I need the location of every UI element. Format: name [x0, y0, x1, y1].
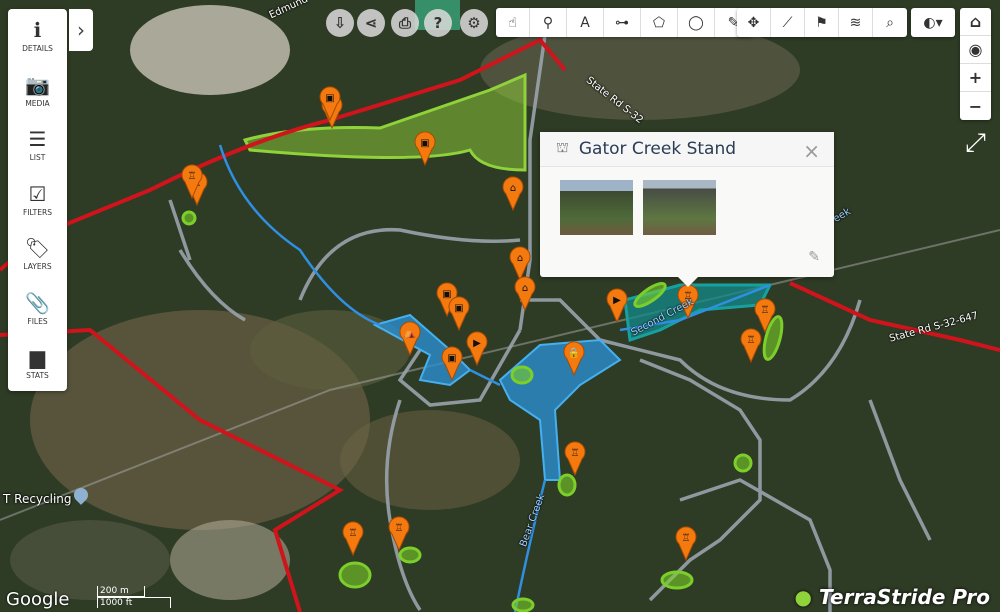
map-question-tool-button[interactable]: ⚑ — [805, 8, 839, 37]
print-button[interactable]: ⎙ — [391, 9, 419, 37]
image-icon: ▣ — [447, 353, 456, 364]
brand-name: TerraStride Pro — [818, 585, 990, 609]
home-button[interactable]: ⌂ — [960, 8, 991, 36]
expand-sidebar-button[interactable]: › — [69, 9, 93, 51]
hand-pointer-tool-button[interactable]: ☝ — [496, 8, 530, 37]
stand-icon: ♖ — [682, 533, 691, 544]
house-icon: ⌂ — [510, 183, 516, 194]
sidebar-item-list[interactable]: ☰ LIST — [8, 118, 67, 173]
image-icon: ▣ — [442, 289, 451, 300]
stand-icon: ♖ — [571, 448, 580, 459]
brand-logo: ● TerraStride Pro — [794, 585, 990, 609]
scale-bar: 200 m 1000 ft — [97, 586, 171, 608]
info-icon: ℹ — [33, 18, 42, 43]
locate-button[interactable]: ◉ — [960, 36, 991, 64]
stand-icon: ♖ — [395, 523, 404, 534]
ruler-icon: ⟋ — [782, 14, 793, 31]
list-icon: ☰ — [28, 127, 47, 152]
house-icon: ⌂ — [517, 253, 523, 264]
mobile-download-button[interactable]: ⇩ — [326, 9, 354, 37]
map-pin-tool-button[interactable]: ⚲ — [530, 8, 567, 37]
layers-icon: ≋ — [849, 14, 862, 31]
help-button[interactable]: ? — [424, 9, 452, 37]
feature-popup: ⛫ Gator Creek Stand × ✎ — [540, 132, 834, 287]
fullscreen-button[interactable]: ⤢ — [960, 128, 991, 159]
circle-tool-button[interactable]: ◯ — [678, 8, 715, 37]
print-icon: ⎙ — [398, 14, 411, 32]
scale-imperial: 1000 ft — [97, 597, 171, 608]
sidebar-item-files[interactable]: 📎 FILES — [8, 282, 67, 337]
lock-icon: 🔒 — [568, 347, 580, 359]
line-tool-button[interactable]: ⊶ — [604, 8, 641, 37]
sidebar-item-media[interactable]: 📷 MEDIA — [8, 64, 67, 119]
close-popup-button[interactable]: × — [803, 139, 820, 163]
stand-icon: ♖ — [747, 335, 756, 346]
paperclip-icon: 📎 — [25, 290, 50, 315]
image-icon: ▣ — [325, 93, 334, 104]
tree-stand-icon: ⛫ — [556, 140, 569, 156]
stand-icon: ♖ — [761, 305, 770, 316]
hand-pointer-icon: ☝ — [508, 14, 517, 31]
camera-icon: 📷 — [25, 72, 50, 97]
image-icon: ▣ — [454, 303, 463, 314]
sidebar-item-label: DETAILS — [22, 44, 53, 54]
tools-toolbar: ✥ ⟋ ⚑ ≋ ⌕ — [737, 8, 907, 37]
line-icon: ⊶ — [615, 14, 629, 31]
search-tool-button[interactable]: ⌕ — [873, 8, 907, 37]
share-button[interactable]: ⋖ — [357, 9, 385, 37]
search-icon: ⌕ — [886, 14, 894, 31]
help-icon: ? — [433, 14, 443, 32]
sidebar-item-label: STATS — [26, 371, 49, 381]
bar-chart-icon: ▆ — [29, 345, 46, 370]
circle-icon: ◯ — [688, 14, 704, 31]
place-label: T Recycling — [3, 492, 72, 506]
scale-metric: 200 m — [97, 586, 145, 597]
sidebar-item-label: LAYERS — [23, 262, 52, 272]
tags-icon: 🏷 — [24, 236, 51, 261]
stand-icon: ♖ — [349, 528, 358, 539]
text-icon: A — [580, 14, 590, 31]
share-icon: ⋖ — [364, 14, 378, 32]
map-pin-icon: ⚲ — [542, 14, 554, 31]
stand-icon: ♖ — [188, 171, 197, 182]
sidebar-item-label: LIST — [29, 153, 46, 163]
settings-button[interactable]: ⚙ — [460, 9, 488, 37]
settings-icon: ⚙ — [467, 14, 481, 32]
photo-thumbnail[interactable] — [560, 180, 633, 235]
polygon-icon: ⬠ — [652, 14, 666, 31]
draw-toolbar: ☝ ⚲ A ⊶ ⬠ ◯ ✎ — [496, 8, 752, 37]
sidebar-item-layers[interactable]: 🏷 LAYERS — [8, 227, 67, 282]
house-icon: ⌂ — [522, 283, 528, 294]
sidebar-item-label: MEDIA — [25, 98, 50, 108]
mobile-download-icon: ⇩ — [333, 14, 347, 32]
basemap-toolbar: ◐▾ — [911, 8, 955, 37]
zoom-out-button[interactable]: − — [960, 92, 991, 120]
image-icon: ▣ — [420, 138, 429, 149]
ruler-tool-button[interactable]: ⟋ — [771, 8, 805, 37]
basemap-button[interactable]: ◐▾ — [911, 8, 955, 37]
home-control: ⌂ ◉ + − — [960, 8, 991, 120]
map-question-icon: ⚑ — [815, 14, 828, 31]
edit-icon[interactable]: ✎ — [808, 249, 820, 265]
sidebar: ℹ DETAILS 📷 MEDIA ☰ LIST ☑ FILTERS 🏷 LAYERS 📎 FILES… — [8, 9, 67, 391]
satellite-map[interactable]: ▶▣▣♖♖⌂⌂⌂▣▣⛺▣▶🔒▶♖♖♖♖♖♖♖ — [0, 0, 1000, 612]
zoom-in-button[interactable]: + — [960, 64, 991, 92]
sidebar-item-label: FILES — [27, 316, 48, 326]
video-icon: ▶ — [473, 338, 481, 349]
sidebar-item-label: FILTERS — [23, 207, 52, 217]
text-tool-button[interactable]: A — [567, 8, 604, 37]
photo-thumbnail[interactable] — [643, 180, 716, 235]
move-icon: ✥ — [747, 14, 760, 31]
google-logo: Google — [6, 589, 70, 610]
popup-title: Gator Creek Stand — [578, 139, 737, 159]
sidebar-item-details[interactable]: ℹ DETAILS — [8, 9, 67, 64]
move-tool-button[interactable]: ✥ — [737, 8, 771, 37]
layers-tool-button[interactable]: ≋ — [839, 8, 873, 37]
feeder-icon: ⛺ — [404, 328, 416, 339]
polygon-tool-button[interactable]: ⬠ — [641, 8, 678, 37]
video-icon: ▶ — [613, 295, 621, 306]
sidebar-item-filters[interactable]: ☑ FILTERS — [8, 173, 67, 228]
sidebar-item-stats[interactable]: ▆ STATS — [8, 336, 67, 391]
checkbox-icon: ☑ — [28, 181, 47, 206]
